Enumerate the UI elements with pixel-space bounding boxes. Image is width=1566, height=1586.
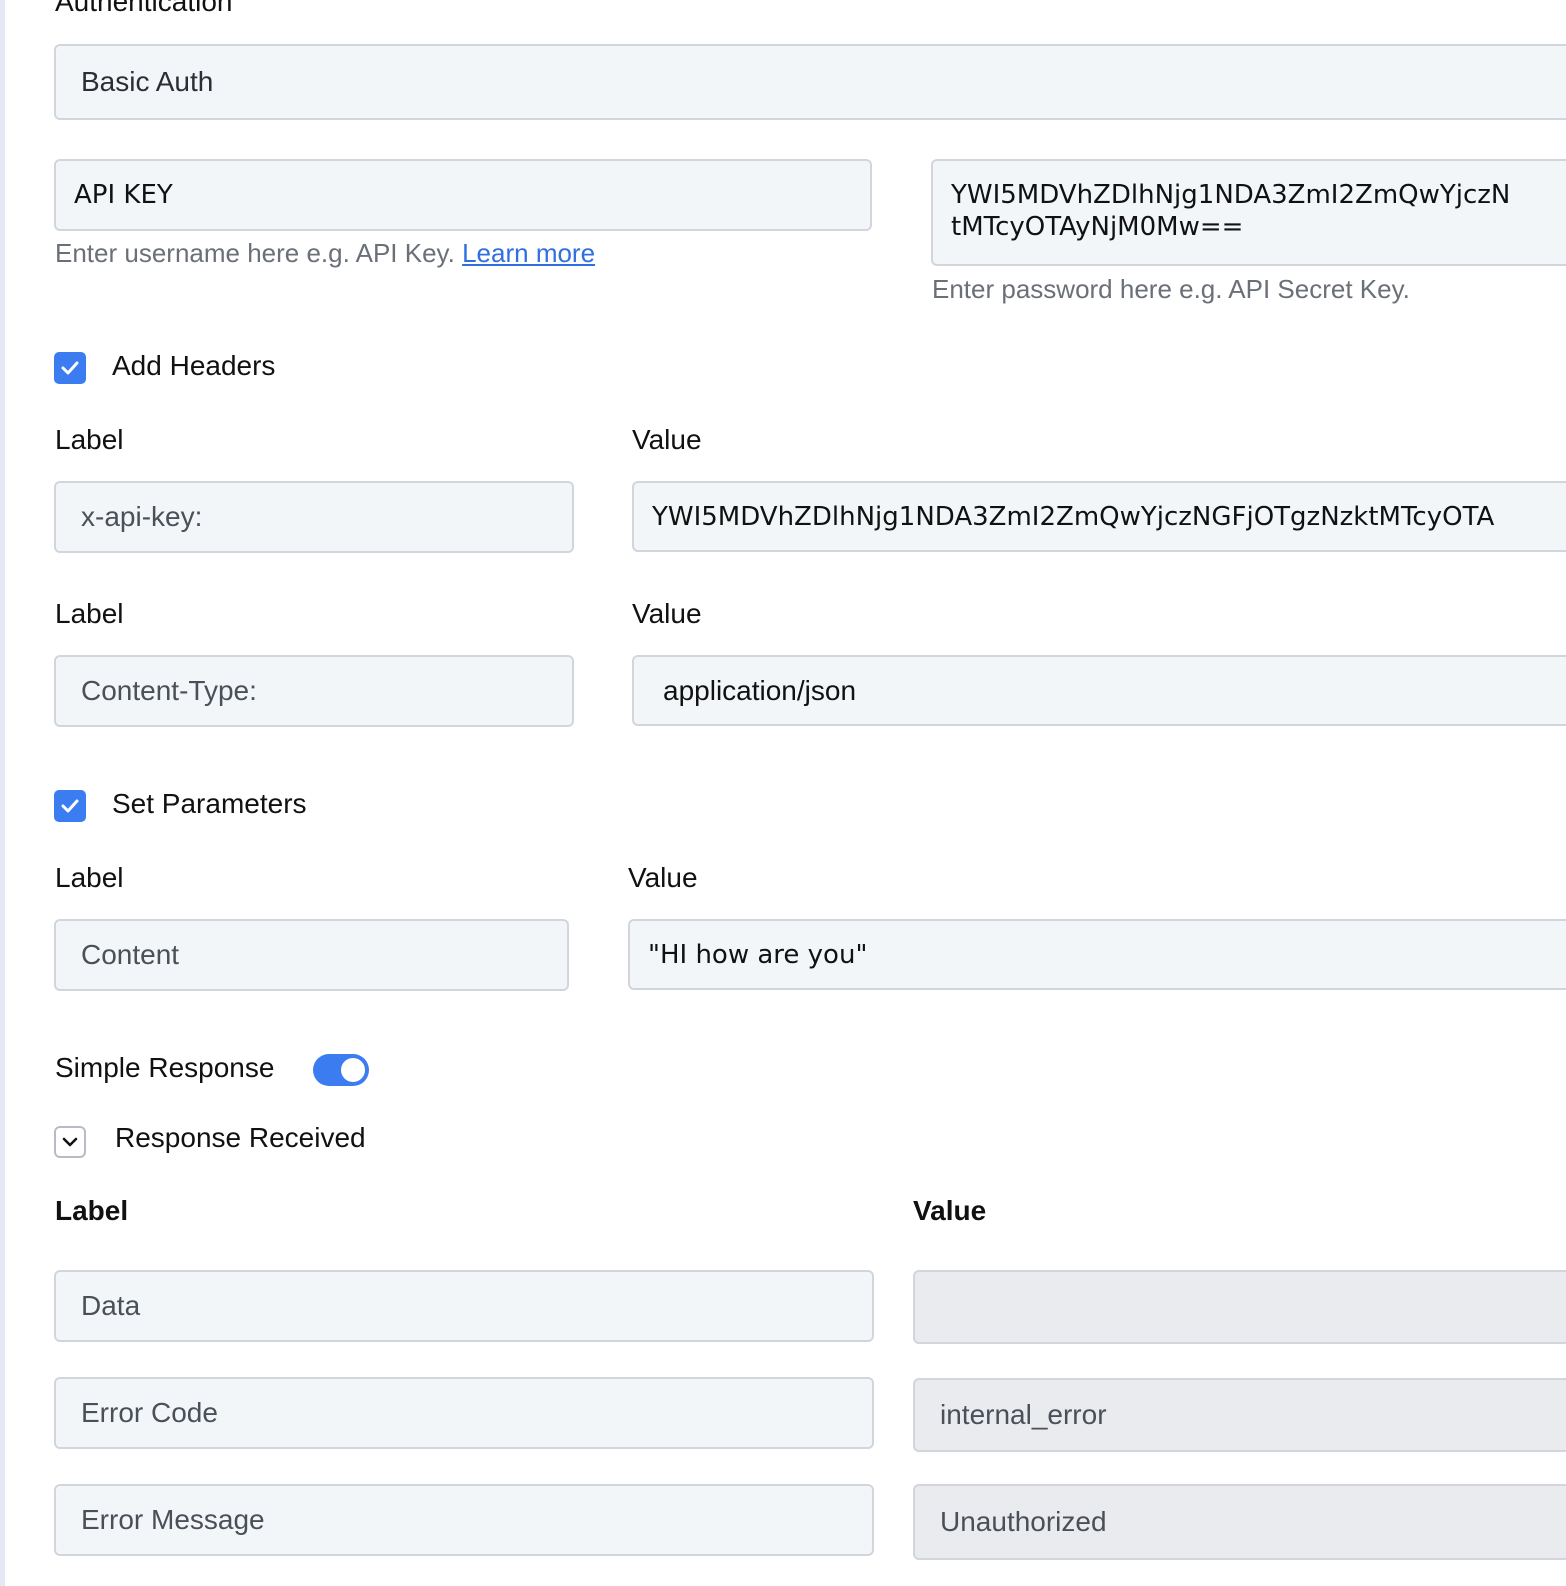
chevron-down-icon bbox=[62, 1137, 78, 1147]
toggle-knob bbox=[341, 1058, 365, 1082]
simple-response-label: Simple Response bbox=[55, 1052, 275, 1083]
header-2-label-input[interactable]: Content-Type: bbox=[54, 655, 574, 727]
response-row-error-message-label: Error Message bbox=[54, 1484, 874, 1556]
password-input[interactable]: YWI5MDVhZDlhNjg1NDA3ZmI2ZmQwYjczN tMTcyO… bbox=[931, 159, 1566, 266]
header-1-value-text: YWI5MDVhZDlhNjg1NDA3ZmI2ZmQwYjczNGFjOTgz… bbox=[652, 501, 1495, 532]
set-parameters-checkbox[interactable] bbox=[54, 790, 86, 822]
auth-type-value: Basic Auth bbox=[81, 66, 214, 97]
header-1-value-input[interactable]: YWI5MDVhZDlhNjg1NDA3ZmI2ZmQwYjczNGFjOTgz… bbox=[632, 481, 1566, 552]
param-1-label-input[interactable]: Content bbox=[54, 919, 569, 991]
set-parameters-label: Set Parameters bbox=[112, 788, 307, 819]
check-icon bbox=[61, 799, 79, 813]
authentication-heading: Authentication bbox=[55, 0, 233, 17]
header-1-value-heading: Value bbox=[632, 424, 702, 455]
response-row-error-code-value: internal_error bbox=[913, 1378, 1566, 1452]
auth-type-select[interactable]: Basic Auth bbox=[54, 44, 1566, 120]
response-row-data-value bbox=[913, 1270, 1566, 1344]
username-hint-text: Enter username here e.g. API Key. bbox=[55, 238, 455, 268]
add-headers-label: Add Headers bbox=[112, 350, 276, 381]
left-rail bbox=[0, 0, 5, 1586]
add-headers-checkbox[interactable] bbox=[54, 352, 86, 384]
password-value-line1: YWI5MDVhZDlhNjg1NDA3ZmI2ZmQwYjczN bbox=[951, 180, 1511, 210]
response-row-error-message-value-text: Unauthorized bbox=[940, 1506, 1107, 1537]
param-1-label-value: Content bbox=[81, 939, 180, 970]
header-2-label-heading: Label bbox=[55, 598, 124, 629]
response-row-error-message-value: Unauthorized bbox=[913, 1484, 1566, 1560]
header-2-label-value: Content-Type: bbox=[81, 675, 257, 706]
response-row-error-code-label: Error Code bbox=[54, 1377, 874, 1449]
response-value-heading: Value bbox=[913, 1195, 987, 1226]
header-1-label-value: x-api-key: bbox=[81, 501, 203, 532]
header-2-value-heading: Value bbox=[632, 598, 702, 629]
response-row-data-label: Data bbox=[54, 1270, 874, 1342]
header-1-label-heading: Label bbox=[55, 424, 124, 455]
param-1-label-heading: Label bbox=[55, 862, 124, 893]
password-hint: Enter password here e.g. API Secret Key. bbox=[932, 274, 1410, 304]
param-1-value-input[interactable]: "HI how are you" bbox=[628, 919, 1566, 990]
header-1-label-input[interactable]: x-api-key: bbox=[54, 481, 574, 553]
response-row-error-message-label-text: Error Message bbox=[81, 1504, 265, 1535]
check-icon bbox=[61, 361, 79, 375]
param-1-value-text: "HI how are you" bbox=[648, 939, 868, 970]
param-1-value-heading: Value bbox=[628, 862, 698, 893]
simple-response-toggle[interactable] bbox=[313, 1054, 369, 1086]
response-row-data-label-text: Data bbox=[81, 1290, 141, 1321]
password-value-line2: tMTcyOTAyNjM0Mw== bbox=[951, 212, 1244, 242]
header-2-value-input[interactable]: application/json bbox=[632, 655, 1566, 726]
username-hint: Enter username here e.g. API Key. Learn … bbox=[55, 238, 595, 269]
response-row-error-code-value-text: internal_error bbox=[940, 1399, 1107, 1430]
username-value: API KEY bbox=[74, 180, 173, 210]
response-label-heading: Label bbox=[55, 1195, 129, 1226]
header-2-value-text: application/json bbox=[663, 674, 857, 706]
username-input[interactable]: API KEY bbox=[54, 159, 872, 231]
learn-more-link[interactable]: Learn more bbox=[462, 238, 595, 268]
response-received-expander[interactable] bbox=[54, 1126, 86, 1158]
response-row-error-code-label-text: Error Code bbox=[81, 1397, 218, 1428]
response-received-label: Response Received bbox=[115, 1122, 366, 1153]
